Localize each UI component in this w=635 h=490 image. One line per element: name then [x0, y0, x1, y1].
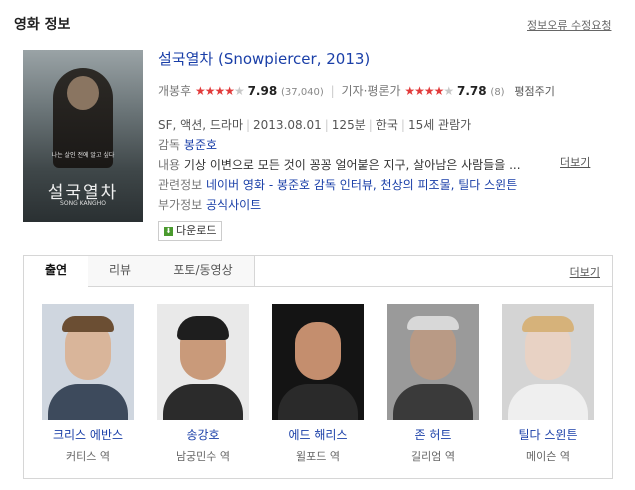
audience-rating-label: 개봉후	[158, 84, 192, 98]
cast-photo[interactable]	[387, 304, 479, 420]
download-button[interactable]: ⬇ 다운로드	[158, 221, 223, 241]
synopsis-label: 내용	[158, 158, 181, 172]
tab-review[interactable]: 리뷰	[88, 256, 153, 286]
critic-star-rating: ★★★★★	[404, 84, 454, 98]
download-icon: ⬇	[164, 226, 173, 236]
age-rating: 15세 관람가	[407, 118, 472, 132]
synopsis-text: 기상 이변으로 모든 것이 꽁꽁 얼어붙은 지구, 살아남은 사람들을 ...	[183, 158, 521, 172]
cast-panel: 출연 리뷰 포토/동영상 더보기 크리스 에반스 커티스 역 송강호 남궁민수 …	[23, 255, 613, 479]
poster-face	[67, 76, 99, 110]
divider: |	[330, 84, 335, 98]
runtime: 125분	[331, 118, 366, 132]
cast-role: 메이슨 역	[526, 450, 570, 463]
cast-card[interactable]: 존 허트 길리엄 역	[387, 304, 479, 463]
critic-score: 7.78	[456, 84, 487, 98]
poster-subtitle: SONG KANGHO	[60, 200, 106, 207]
audience-count: (37,040)	[281, 87, 324, 98]
cast-photo[interactable]	[502, 304, 594, 420]
extra-row: 부가정보 공식사이트	[158, 196, 261, 213]
movie-poster[interactable]: 나는 살인 전에 알고 싶다 설국열차 SONG KANGHO	[23, 50, 143, 222]
director-label: 감독	[158, 138, 181, 152]
cast-role: 커티스 역	[66, 450, 110, 463]
rating-row: 개봉후 ★★★★★ 7.98 (37,040) | 기자·평론가 ★★★★★ 7…	[158, 82, 555, 99]
cast-name[interactable]: 에드 해리스	[272, 426, 364, 443]
meta-row: SF, 액션, 드라마 | 2013.08.01 | 125분 | 한국 | 15세 관람가	[158, 118, 472, 132]
cast-name[interactable]: 존 허트	[387, 426, 479, 443]
cast-card[interactable]: 에드 해리스 윌포드 역	[272, 304, 364, 463]
tab-photo-video[interactable]: 포토/동영상	[152, 256, 255, 286]
director-link[interactable]: 봉준호	[184, 138, 217, 152]
genre: SF, 액션, 드라마	[158, 118, 243, 132]
cast-name[interactable]: 틸다 스윈튼	[502, 426, 594, 443]
country: 한국	[375, 118, 398, 132]
cast-role: 윌포드 역	[296, 450, 340, 463]
cast-card[interactable]: 크리스 에반스 커티스 역	[42, 304, 134, 463]
cast-role: 길리엄 역	[411, 450, 455, 463]
extra-label: 부가정보	[158, 198, 203, 212]
cast-card[interactable]: 틸다 스윈튼 메이슨 역	[502, 304, 594, 463]
report-error-link[interactable]: 정보오류 수정요청	[527, 17, 611, 33]
official-site-link[interactable]: 공식사이트	[206, 198, 261, 212]
cast-name[interactable]: 송강호	[157, 426, 249, 443]
synopsis-more-link[interactable]: 더보기	[560, 154, 590, 170]
audience-star-rating: ★★★★★	[194, 84, 245, 98]
cast-photo[interactable]	[157, 304, 249, 420]
section-title: 영화 정보	[14, 17, 71, 33]
related-label: 관련정보	[158, 178, 203, 192]
cast-role: 남궁민수 역	[175, 450, 231, 463]
tab-cast[interactable]: 출연	[24, 256, 89, 287]
release-date: 2013.08.01	[253, 118, 322, 132]
critic-count: (8)	[490, 87, 505, 98]
synopsis-row: 내용 기상 이변으로 모든 것이 꽁꽁 얼어붙은 지구, 살아남은 사람들을 .…	[158, 156, 548, 173]
critic-rating-label: 기자·평론가	[341, 84, 401, 98]
cast-photo[interactable]	[272, 304, 364, 420]
related-row: 관련정보 네이버 영화 - 봉준호 감독 인터뷰, 천상의 피조물, 틸다 스윈…	[158, 176, 517, 193]
cast-photo[interactable]	[42, 304, 134, 420]
rate-link[interactable]: 평점주기	[514, 85, 554, 98]
cast-name[interactable]: 크리스 에반스	[42, 426, 134, 443]
tab-bar: 출연 리뷰 포토/동영상 더보기	[24, 256, 612, 287]
movie-title[interactable]: 설국열차 (Snowpiercer, 2013)	[158, 48, 370, 69]
director-row: 감독 봉준호	[158, 136, 217, 153]
cast-card[interactable]: 송강호 남궁민수 역	[157, 304, 249, 463]
related-link[interactable]: 네이버 영화 - 봉준호 감독 인터뷰, 천상의 피조물, 틸다 스윈튼	[206, 178, 517, 192]
poster-tagline: 나는 살인 전에 알고 싶다	[51, 152, 115, 159]
audience-score: 7.98	[247, 84, 278, 98]
cast-more-link[interactable]: 더보기	[570, 264, 600, 280]
download-label: 다운로드	[176, 224, 217, 237]
